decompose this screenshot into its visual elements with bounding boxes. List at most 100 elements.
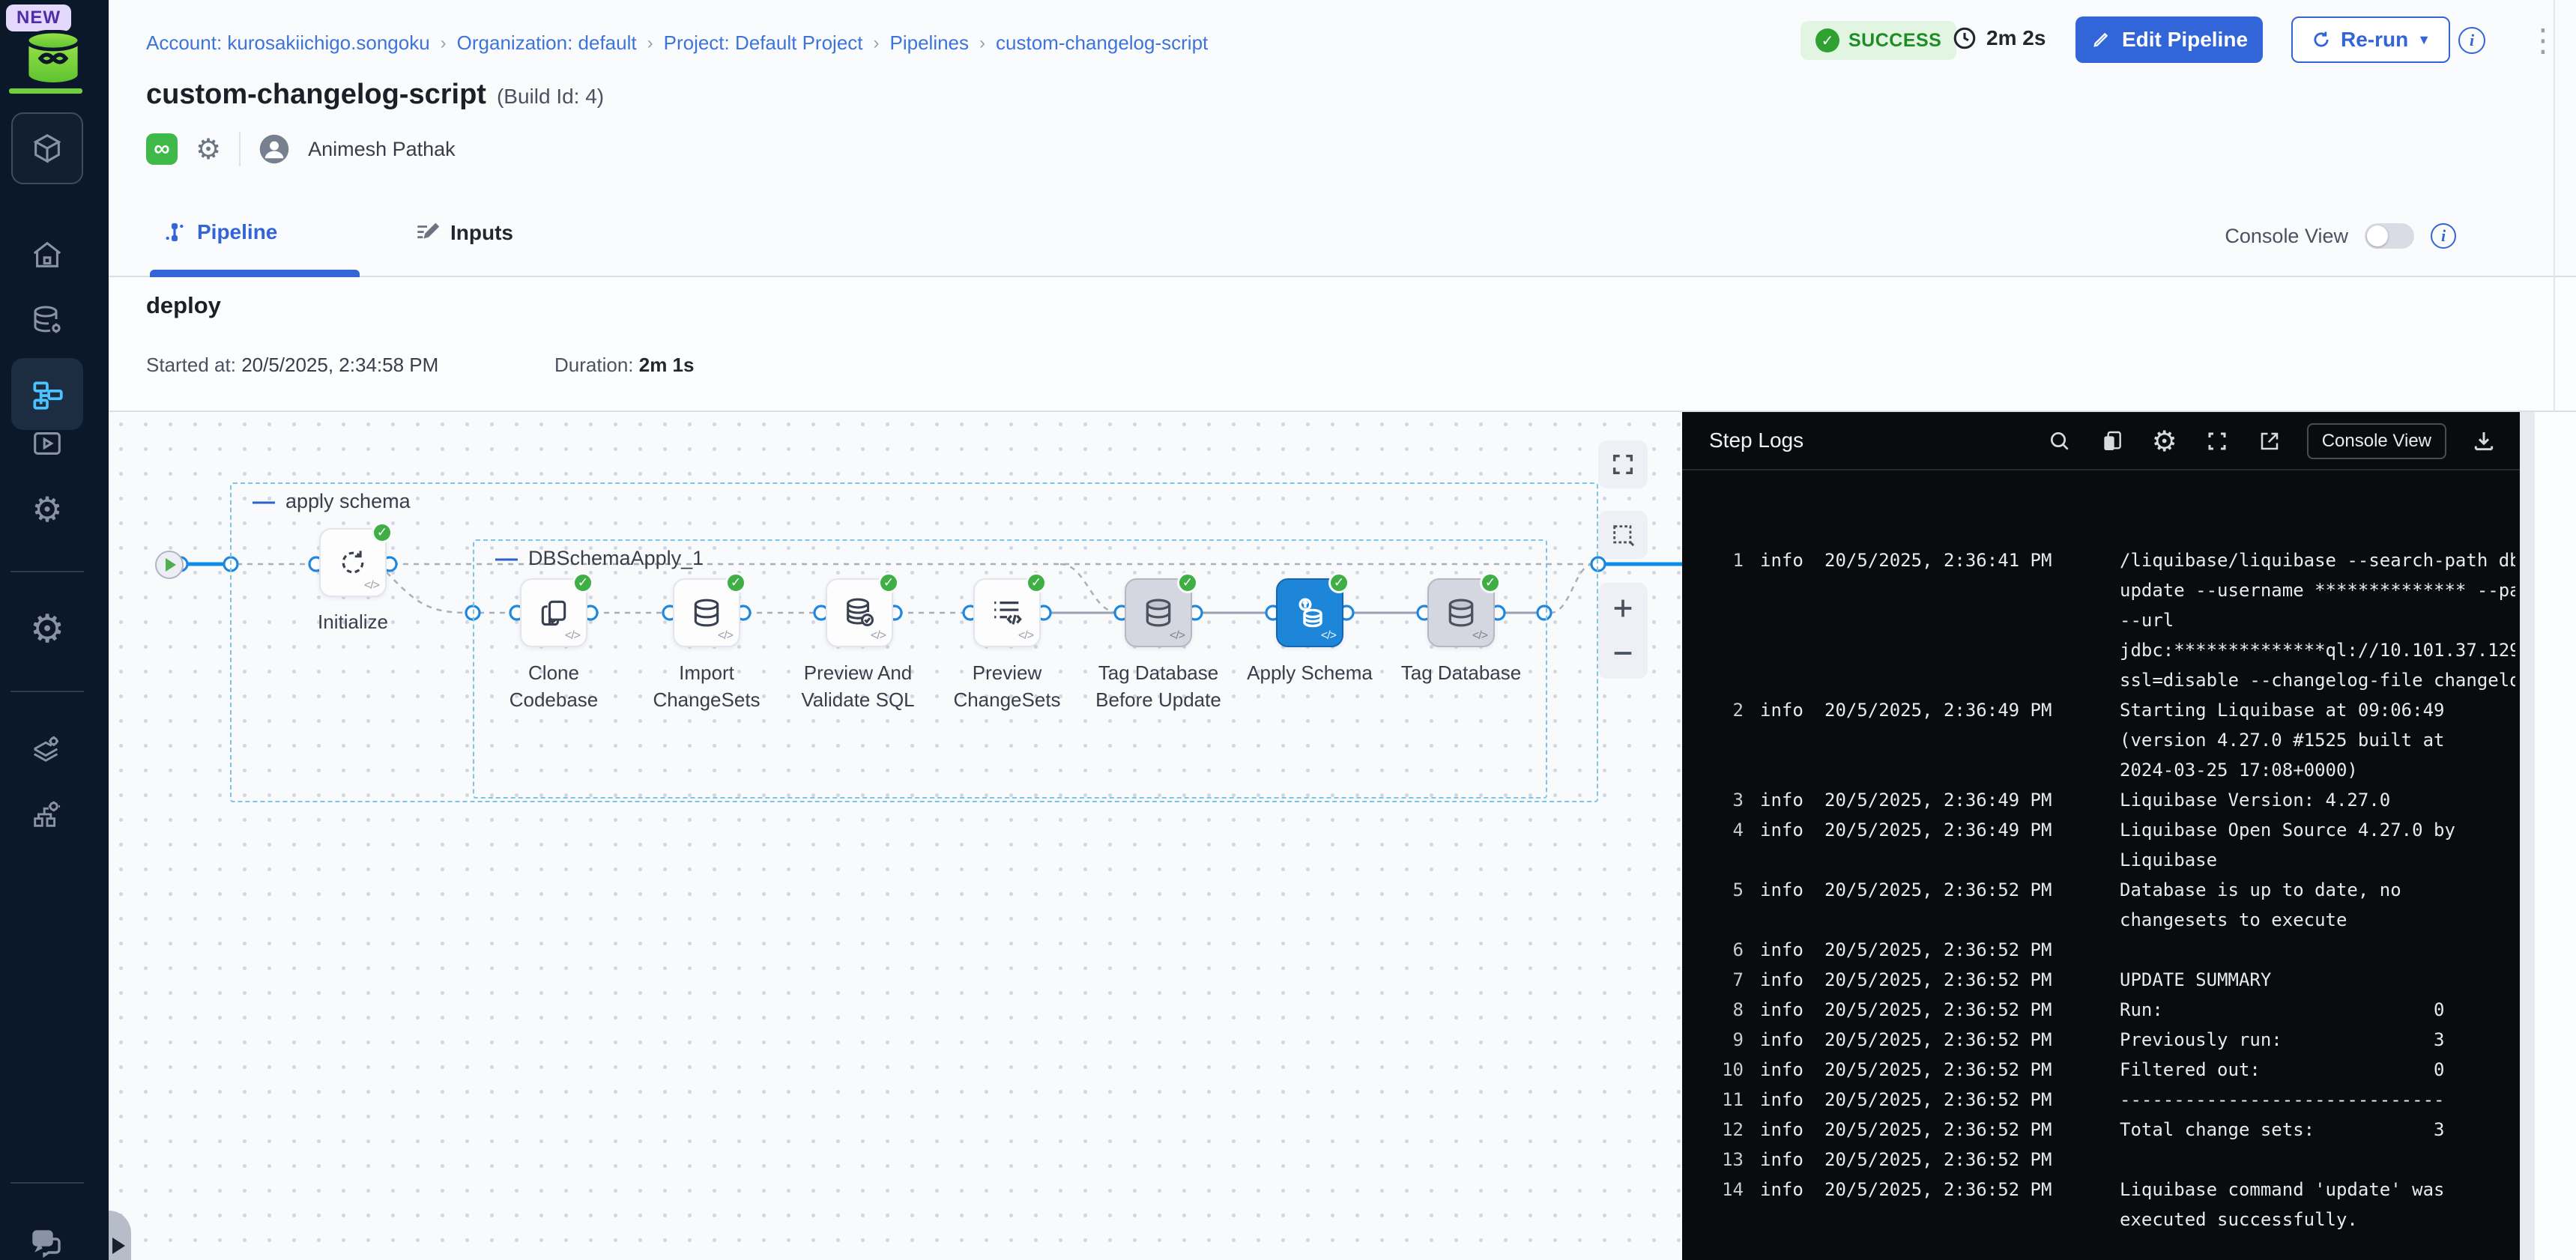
inputs-tab-icon xyxy=(414,220,440,246)
refresh-icon xyxy=(2311,29,2332,50)
sidebar-item-infrastructure[interactable] xyxy=(11,784,83,843)
gear-icon[interactable]: ⚙ xyxy=(196,133,221,166)
step-node-preview-changesets[interactable]: ✓ </> xyxy=(973,578,1041,647)
step-node-initialize[interactable]: ✓ </> xyxy=(319,528,387,597)
pipeline-flow-icon xyxy=(28,375,66,413)
step-node-tag-database[interactable]: ✓ </> xyxy=(1427,578,1495,647)
step-node-tag-database-before-update[interactable]: ✓ </> xyxy=(1125,578,1192,647)
code-badge: </> xyxy=(718,629,733,643)
log-row: 5info20/5/2025, 2:36:52 PMDatabase is up… xyxy=(1682,875,2520,935)
success-badge: ✓ xyxy=(372,522,393,543)
log-copy-button[interactable] xyxy=(2097,426,2127,456)
log-row: 3info20/5/2025, 2:36:49 PMLiquibase Vers… xyxy=(1682,785,2520,815)
step-node-import-changesets[interactable]: ✓ </> xyxy=(673,578,740,647)
step-node-clone-codebase[interactable]: ✓ </> xyxy=(520,578,587,647)
code-badge: </> xyxy=(1321,629,1336,643)
chevron-right-icon: › xyxy=(874,33,880,54)
cd-module-icon: ∞ xyxy=(146,133,178,165)
play-box-icon xyxy=(30,426,64,461)
sidebar-item-environments[interactable] xyxy=(11,718,83,778)
sidebar-item-help[interactable]: ? xyxy=(11,1214,83,1260)
log-scrollbar[interactable] xyxy=(2520,412,2535,1260)
log-row: 12info20/5/2025, 2:36:52 PMTotal change … xyxy=(1682,1115,2520,1145)
network-gear-icon xyxy=(30,796,64,831)
database-devops-logo-icon[interactable] xyxy=(21,30,85,85)
log-row: 8info20/5/2025, 2:36:52 PMRun: 0 xyxy=(1682,995,2520,1025)
app-window: NEW xyxy=(0,0,2576,1260)
stage-start-node[interactable] xyxy=(155,551,184,579)
cube-icon xyxy=(30,131,64,166)
check-icon: ✓ xyxy=(1815,28,1839,52)
success-badge: ✓ xyxy=(1480,572,1501,593)
sidebar-divider xyxy=(10,691,84,692)
code-badge: </> xyxy=(364,579,379,593)
pipeline-tab-icon xyxy=(163,220,187,244)
console-view-toggle[interactable] xyxy=(2365,223,2414,249)
step-group-label[interactable]: — DBSchemaApply_1 xyxy=(495,547,704,570)
log-console-view-button[interactable]: Console View xyxy=(2307,423,2446,459)
breadcrumb-pipelines[interactable]: Pipelines xyxy=(890,31,970,55)
breadcrumb-project[interactable]: Project: Default Project xyxy=(664,31,863,55)
success-badge: ✓ xyxy=(725,572,746,593)
log-row: 2info20/5/2025, 2:36:49 PMStarting Liqui… xyxy=(1682,695,2520,785)
step-logs-title: Step Logs xyxy=(1709,428,1803,452)
chevron-right-icon: › xyxy=(979,33,985,54)
zoom-controls xyxy=(1598,583,1648,679)
sidebar-divider xyxy=(10,1182,84,1184)
code-badge: </> xyxy=(1170,629,1185,643)
log-fullscreen-button[interactable] xyxy=(2202,426,2232,456)
log-row: 7info20/5/2025, 2:36:52 PMUPDATE SUMMARY xyxy=(1682,965,2520,995)
code-badge: </> xyxy=(1472,629,1487,643)
log-lines[interactable]: 1info20/5/2025, 2:36:41 PM/liquibase/liq… xyxy=(1682,545,2520,1235)
log-search-button[interactable] xyxy=(2045,426,2075,456)
play-icon xyxy=(166,558,176,572)
success-badge: ✓ xyxy=(1026,572,1047,593)
stage-group-label[interactable]: — apply schema xyxy=(253,490,411,513)
logo-underline xyxy=(9,88,82,94)
fit-to-screen-button[interactable] xyxy=(1598,440,1648,488)
tabs-bar: Pipeline Inputs Console View i xyxy=(109,210,2576,277)
sidebar-item-configure[interactable]: ⚙ xyxy=(11,479,83,539)
marquee-icon xyxy=(1610,522,1636,548)
log-open-new-tab-button[interactable] xyxy=(2255,426,2285,456)
tab-pipeline[interactable]: Pipeline xyxy=(163,220,277,244)
collapse-icon[interactable]: — xyxy=(253,494,275,509)
tab-inputs[interactable]: Inputs xyxy=(414,220,513,246)
log-row: 14info20/5/2025, 2:36:52 PMLiquibase com… xyxy=(1682,1175,2520,1235)
zoom-in-button[interactable] xyxy=(1610,596,1636,621)
breadcrumb-current[interactable]: custom-changelog-script xyxy=(996,31,1208,55)
active-tab-underline xyxy=(150,270,360,277)
step-node-apply-schema[interactable]: ✓ </> xyxy=(1276,578,1343,647)
zoom-out-button[interactable] xyxy=(1610,640,1636,666)
sidebar-item-project-module[interactable] xyxy=(11,112,83,184)
pipeline-canvas[interactable]: — apply schema — DBSchemaApply_1 ✓ </> I… xyxy=(109,412,1682,1260)
svg-text:?: ? xyxy=(39,1233,46,1246)
rerun-info-icon[interactable]: i xyxy=(2458,27,2485,54)
sidebar-item-database-settings[interactable] xyxy=(11,291,83,351)
console-view-info-icon[interactable]: i xyxy=(2431,223,2456,249)
breadcrumb-account[interactable]: Account: kurosakiichigo.songoku xyxy=(146,31,430,55)
edit-pipeline-button[interactable]: Edit Pipeline xyxy=(2075,16,2263,63)
status-badge: ✓ SUCCESS xyxy=(1801,21,1956,60)
breadcrumb-organization[interactable]: Organization: default xyxy=(457,31,637,55)
success-badge: ✓ xyxy=(1328,572,1349,593)
avatar xyxy=(258,133,290,165)
marquee-select-button[interactable] xyxy=(1598,511,1648,559)
log-settings-button[interactable]: ⚙ xyxy=(2150,426,2180,456)
log-row: 13info20/5/2025, 2:36:52 PM xyxy=(1682,1145,2520,1175)
gear-icon: ⚙ xyxy=(31,492,62,527)
log-download-button[interactable] xyxy=(2469,426,2499,456)
sidebar-item-executions[interactable] xyxy=(11,414,83,473)
collapse-icon[interactable]: — xyxy=(495,551,518,566)
sidebar-divider xyxy=(10,571,84,572)
rerun-button[interactable]: Re-run ▼ xyxy=(2291,16,2450,63)
log-row: 10info20/5/2025, 2:36:52 PMFiltered out:… xyxy=(1682,1055,2520,1085)
code-badge: </> xyxy=(871,629,886,643)
sidebar-item-settings[interactable]: ⚙ xyxy=(11,599,83,659)
started-at: Started at: 20/5/2025, 2:34:58 PM xyxy=(146,354,438,377)
page-title: custom-changelog-script(Build Id: 4) xyxy=(146,79,604,111)
sidebar-item-home[interactable] xyxy=(11,225,83,285)
divider xyxy=(239,132,241,166)
right-rail-divider xyxy=(2554,0,2555,412)
step-node-preview-validate-sql[interactable]: ✓ </> xyxy=(826,578,893,647)
